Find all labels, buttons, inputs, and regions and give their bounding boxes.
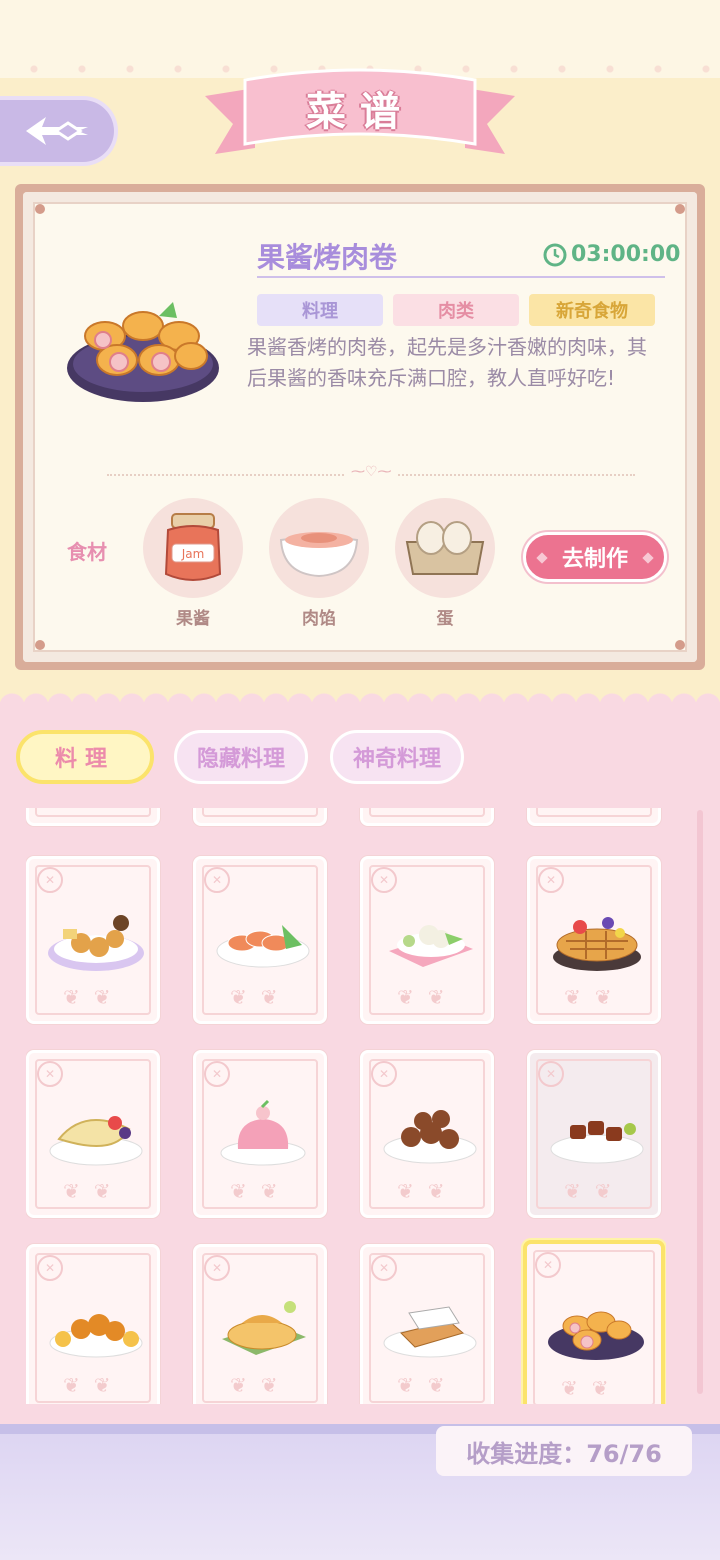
- laurel-icon: ❦❦: [63, 985, 125, 1009]
- dish-tags: 料理 肉类 新奇食物: [257, 294, 655, 326]
- meat-filling-icon: [279, 532, 359, 578]
- jam-label: Jam: [181, 547, 205, 561]
- recipe-card[interactable]: [26, 808, 160, 826]
- recipe-card[interactable]: ✕ ❦❦: [360, 1244, 494, 1404]
- nuggets-platter-icon: [48, 915, 144, 971]
- orange-chicken-icon: [49, 1314, 143, 1358]
- fork-knife-icon: ✕: [371, 867, 397, 893]
- recipe-card[interactable]: [527, 808, 661, 826]
- fish-pie-icon: [222, 1301, 306, 1355]
- page-title: 菜谱: [306, 89, 414, 135]
- dish-name: 果酱烤肉卷: [257, 241, 398, 274]
- ingredient-name: 果酱: [176, 609, 210, 629]
- recipe-card[interactable]: ✕ ❦❦: [360, 1050, 494, 1218]
- recipe-card[interactable]: ✕ ❦❦: [26, 1050, 160, 1218]
- laurel-icon: ❦❦: [564, 985, 626, 1009]
- corner-dot: [675, 640, 685, 650]
- diamond-icon: [536, 552, 548, 564]
- make-button-label: 去制作: [561, 547, 628, 572]
- fork-knife-icon: ✕: [371, 1255, 397, 1281]
- recipe-card[interactable]: ✕ ❦❦: [360, 856, 494, 1024]
- recipe-card-selected[interactable]: ✕ ❦❦: [523, 1240, 665, 1404]
- ingredient-item[interactable]: 蛋: [395, 498, 495, 629]
- recipe-card[interactable]: ✕ ❦❦: [193, 856, 327, 1024]
- fork-knife-icon: ✕: [371, 1061, 397, 1087]
- laurel-icon: ❦❦: [230, 985, 292, 1009]
- cook-timer: 03:00:00: [543, 242, 680, 267]
- meatballs-icon: [383, 1110, 477, 1164]
- egg-carton-icon: [405, 521, 485, 575]
- fork-knife-icon: ✕: [37, 867, 63, 893]
- recipe-card[interactable]: ✕ ❦❦: [193, 1050, 327, 1218]
- meat-roll-dish-image: [67, 302, 219, 402]
- laurel-icon: ❦❦: [230, 1373, 292, 1397]
- recipe-card[interactable]: ✕ ❦❦: [26, 856, 160, 1024]
- laurel-icon: ❦❦: [397, 1179, 459, 1203]
- recipe-card[interactable]: [193, 808, 327, 826]
- pink-jelly-icon: [220, 1099, 306, 1166]
- recipe-card[interactable]: [360, 808, 494, 826]
- fork-knife-icon: ✕: [37, 1061, 63, 1087]
- recipe-card[interactable]: ✕ ❦❦: [26, 1244, 160, 1404]
- toast-icon: [383, 1306, 477, 1358]
- tab-magic-cuisine[interactable]: 神奇料理: [330, 730, 464, 784]
- tab-cuisine[interactable]: 料理: [16, 730, 154, 784]
- dish-description: 果酱香烤的肉卷，起先是多汁香嫩的肉味，其后果酱的香味充斥满口腔，教人直呼好吃!: [247, 335, 647, 390]
- corner-dot: [35, 640, 45, 650]
- recipe-card[interactable]: ✕ ❦❦: [527, 1050, 661, 1218]
- ingredient-name: 蛋: [436, 609, 454, 629]
- ingredient-item[interactable]: 肉馅: [269, 498, 369, 629]
- corner-dot: [35, 204, 45, 214]
- ingredients-label: 食材: [67, 540, 107, 564]
- tag-special: 新奇食物: [529, 294, 655, 326]
- back-arrow-icon: [26, 117, 88, 145]
- laurel-icon: ❦❦: [397, 1373, 459, 1397]
- recipe-detail-panel: 果酱烤肉卷 03:00:00 料理 肉类 新奇食物 果酱香烤的肉卷，起先是多汁香…: [15, 184, 705, 670]
- laurel-icon: ❦❦: [63, 1373, 125, 1397]
- laurel-icon: ❦❦: [561, 1376, 623, 1400]
- fork-knife-icon: ✕: [535, 1252, 561, 1278]
- name-underline: [257, 276, 665, 278]
- salmon-sashimi-icon: [216, 925, 310, 968]
- recipe-card[interactable]: ✕ ❦❦: [193, 1244, 327, 1404]
- fork-knife-icon: ✕: [204, 867, 230, 893]
- laurel-icon: ❦❦: [230, 1179, 292, 1203]
- back-button[interactable]: [0, 96, 118, 166]
- laurel-icon: ❦❦: [564, 1179, 626, 1203]
- grid-scrollbar[interactable]: [697, 810, 703, 1394]
- fork-knife-icon: ✕: [37, 1255, 63, 1281]
- fork-knife-icon: ✕: [204, 1255, 230, 1281]
- diamond-icon: [642, 552, 654, 564]
- ingredient-item[interactable]: Jam 果酱: [143, 498, 243, 629]
- corner-dot: [675, 204, 685, 214]
- recipe-grid[interactable]: ✕ ❦❦ ✕ ❦❦ ✕ ❦❦ ✕ ❦❦ ✕ ❦❦ ✕ ❦❦ ✕ ❦❦ ✕ ❦❦ …: [26, 808, 666, 1404]
- recipe-card[interactable]: ✕ ❦❦: [527, 856, 661, 1024]
- make-button[interactable]: 去制作: [523, 532, 667, 582]
- jam-jar-icon: Jam: [164, 513, 222, 581]
- collection-progress: 收集进度：76/76: [436, 1426, 692, 1476]
- timer-text: 03:00:00: [571, 242, 681, 267]
- fork-knife-icon: ✕: [204, 1061, 230, 1087]
- ingredient-name: 肉馅: [302, 609, 336, 629]
- braised-pork-icon: [550, 1121, 644, 1164]
- laurel-icon: ❦❦: [63, 1179, 125, 1203]
- bow-icon: ⁓♡⁓: [345, 464, 398, 480]
- fork-knife-icon: ✕: [538, 1061, 564, 1087]
- laurel-icon: ❦❦: [397, 985, 459, 1009]
- tab-hidden-cuisine[interactable]: 隐藏料理: [174, 730, 308, 784]
- taco-icon: [49, 1116, 143, 1166]
- meat-roll-icon: [548, 1311, 644, 1360]
- fork-knife-icon: ✕: [538, 867, 564, 893]
- fruit-pie-icon: [553, 917, 641, 971]
- clock-icon: [543, 243, 567, 266]
- tag-type: 肉类: [393, 294, 519, 326]
- cauliflower-salad-icon: [389, 925, 473, 967]
- tag-category: 料理: [257, 294, 383, 326]
- recipe-collection: 料理 隐藏料理 神奇料理 ✕ ❦❦ ✕ ❦❦ ✕ ❦❦ ✕ ❦❦ ✕ ❦❦ ✕ …: [0, 686, 720, 1424]
